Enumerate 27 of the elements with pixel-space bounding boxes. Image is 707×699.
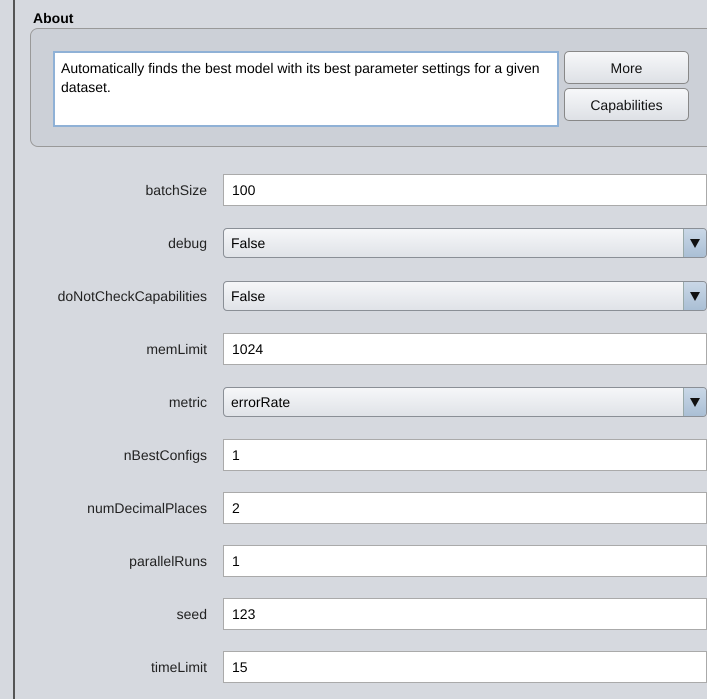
field-label: seed xyxy=(176,606,207,622)
section-title: About xyxy=(33,10,74,28)
field-label: memLimit xyxy=(145,341,207,357)
field-label: timeLimit xyxy=(150,659,207,675)
field-label: doNotCheckCapabilities xyxy=(56,288,207,304)
input-field[interactable]: 100 xyxy=(223,174,707,206)
panel-button[interactable]: Capabilities xyxy=(564,88,689,121)
field-label: debug xyxy=(167,235,207,251)
dropdown-arrow-icon xyxy=(690,238,700,248)
field-label: nBestConfigs xyxy=(122,447,207,463)
dropdown[interactable]: False xyxy=(223,281,707,311)
field-label: numDecimalPlaces xyxy=(86,500,207,516)
field-label: metric xyxy=(168,394,207,410)
dropdown[interactable]: False xyxy=(223,228,707,258)
dropdown-arrow-icon xyxy=(690,398,700,406)
input-field[interactable]: 2 xyxy=(223,492,707,524)
field-label: batchSize xyxy=(144,182,207,198)
dropdown[interactable]: errorRate xyxy=(223,387,707,417)
input-field[interactable]: 1 xyxy=(223,439,707,471)
input-field[interactable]: 1024 xyxy=(223,333,707,365)
input-field[interactable]: 15 xyxy=(223,651,707,683)
input-field[interactable]: 123 xyxy=(223,598,707,630)
field-label: parallelRuns xyxy=(128,553,207,569)
input-field[interactable]: 1 xyxy=(223,545,707,577)
panel-button[interactable]: More xyxy=(564,51,689,84)
description-box: Automatically finds the best model with its best parameter settings for a given dataset. xyxy=(53,51,559,127)
dropdown-arrow-icon xyxy=(690,292,700,300)
